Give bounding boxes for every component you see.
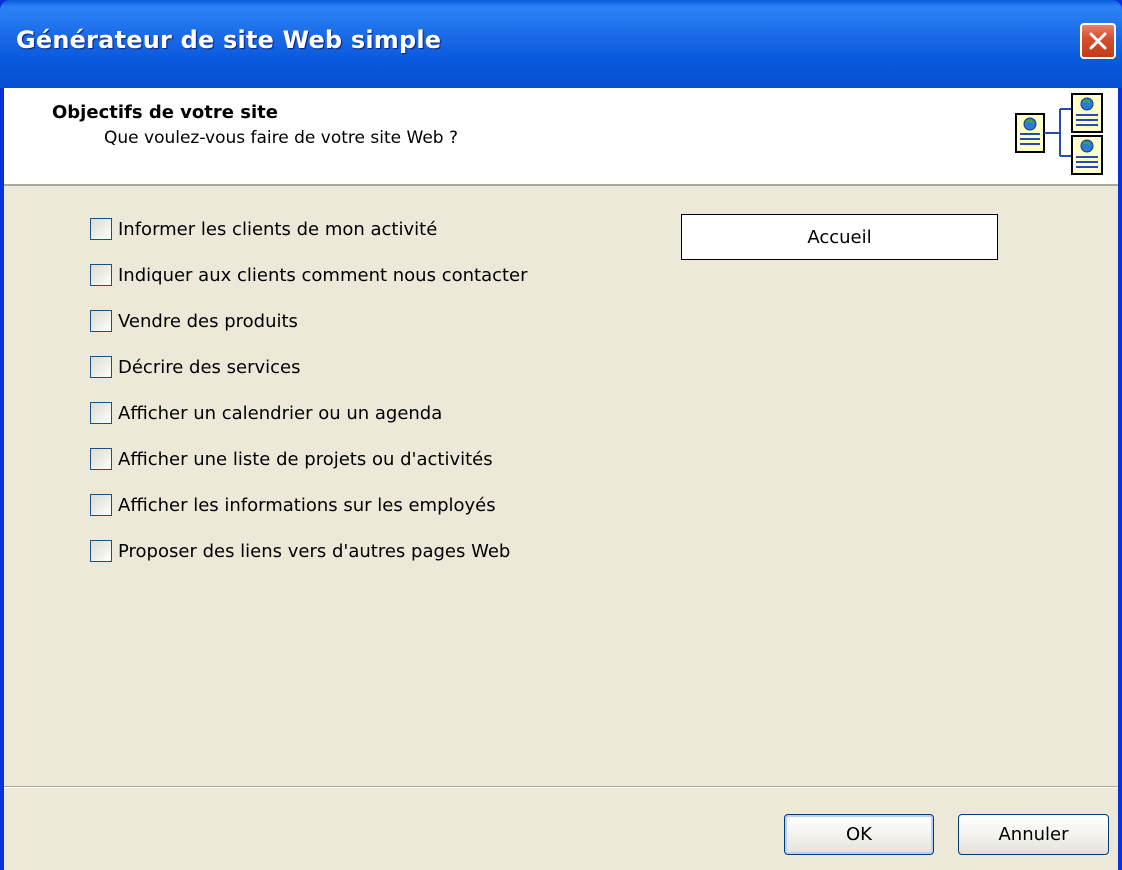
option-label: Afficher un calendrier ou un agenda (118, 402, 443, 424)
window-title: Générateur de site Web simple (16, 26, 442, 54)
option-label: Indiquer aux clients comment nous contac… (118, 264, 528, 286)
wizard-header: Objectifs de votre site Que voulez-vous … (4, 88, 1118, 186)
checkbox[interactable] (90, 264, 112, 286)
option-sell-products[interactable]: Vendre des produits (90, 308, 298, 334)
header-subtitle: Que voulez-vous faire de votre site Web … (104, 128, 458, 148)
footer-divider (4, 786, 1118, 788)
checkbox[interactable] (90, 494, 112, 516)
header-title: Objectifs de votre site (52, 102, 278, 123)
checkbox[interactable] (90, 356, 112, 378)
page-item-home[interactable]: Accueil (681, 214, 998, 260)
option-label: Informer les clients de mon activité (118, 218, 438, 240)
close-button[interactable] (1080, 23, 1116, 59)
site-pages-icon (1015, 93, 1103, 175)
option-project-list[interactable]: Afficher une liste de projets ou d'activ… (90, 446, 493, 472)
option-label: Afficher une liste de projets ou d'activ… (118, 448, 493, 470)
cancel-button[interactable]: Annuler (958, 814, 1109, 855)
option-links[interactable]: Proposer des liens vers d'autres pages W… (90, 538, 510, 564)
option-employee-info[interactable]: Afficher les informations sur les employ… (90, 492, 496, 518)
checkbox[interactable] (90, 402, 112, 424)
ok-button[interactable]: OK (784, 814, 934, 855)
option-contact-info[interactable]: Indiquer aux clients comment nous contac… (90, 262, 528, 288)
checkbox[interactable] (90, 218, 112, 240)
option-label: Décrire des services (118, 356, 301, 378)
checkbox[interactable] (90, 448, 112, 470)
checkbox[interactable] (90, 540, 112, 562)
checkbox[interactable] (90, 310, 112, 332)
option-label: Vendre des produits (118, 310, 298, 332)
option-calendar[interactable]: Afficher un calendrier ou un agenda (90, 400, 442, 426)
dialog-window: Générateur de site Web simple Objectifs … (0, 0, 1122, 870)
option-label: Afficher les informations sur les employ… (118, 494, 496, 516)
title-bar[interactable]: Générateur de site Web simple (0, 0, 1122, 88)
dialog-body: Objectifs de votre site Que voulez-vous … (4, 88, 1118, 870)
option-inform-clients[interactable]: Informer les clients de mon activité (90, 216, 437, 242)
option-label: Proposer des liens vers d'autres pages W… (118, 540, 511, 562)
option-describe-services[interactable]: Décrire des services (90, 354, 301, 380)
close-icon (1089, 32, 1107, 50)
